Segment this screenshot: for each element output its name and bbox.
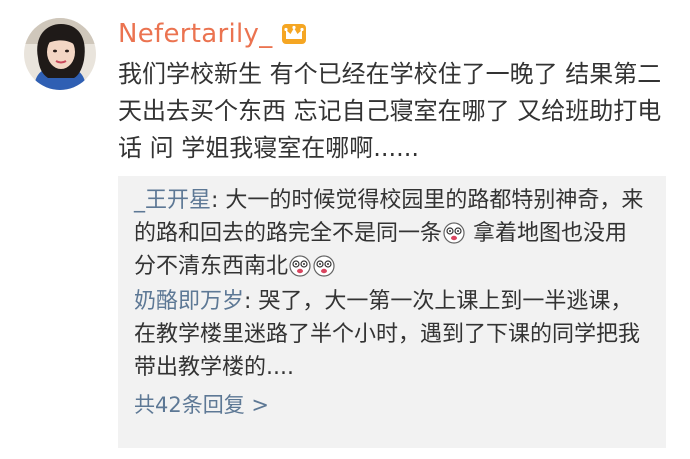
dizzy-face-emoji-icon [313,255,335,277]
reply-item: _王开星: 大一的时候觉得校园里的路都特别神奇，来的路和回去的路完全不是同一条 … [134,184,654,283]
more-replies-link[interactable]: 共42条回复 > [134,390,269,420]
dizzy-face-emoji-icon [443,222,465,244]
reply-author-link[interactable]: 奶酪即万岁 [134,289,244,314]
replies-box: _王开星: 大一的时候觉得校园里的路都特别神奇，来的路和回去的路完全不是同一条 … [118,176,666,448]
avatar[interactable] [24,18,96,90]
username-link[interactable]: Nefertarily_ [118,19,273,49]
reply-separator: : [211,188,226,213]
reply-separator: : [244,289,259,314]
post-header: Nefertarily_ [118,14,307,54]
dizzy-face-emoji-icon [289,255,311,277]
reply-item: 奶酪即万岁: 哭了，大一第一次上课上到一半逃课，在教学楼里迷路了半个小时，遇到了… [134,285,654,384]
user-avatar-photo [24,18,96,90]
post-text: 我们学校新生 有个已经在学校住了一晚了 结果第二天出去买个东西 忘记自己寝室在哪… [118,60,662,162]
crown-badge-icon [281,24,306,44]
reply-author-link[interactable]: _王开星 [134,188,211,213]
